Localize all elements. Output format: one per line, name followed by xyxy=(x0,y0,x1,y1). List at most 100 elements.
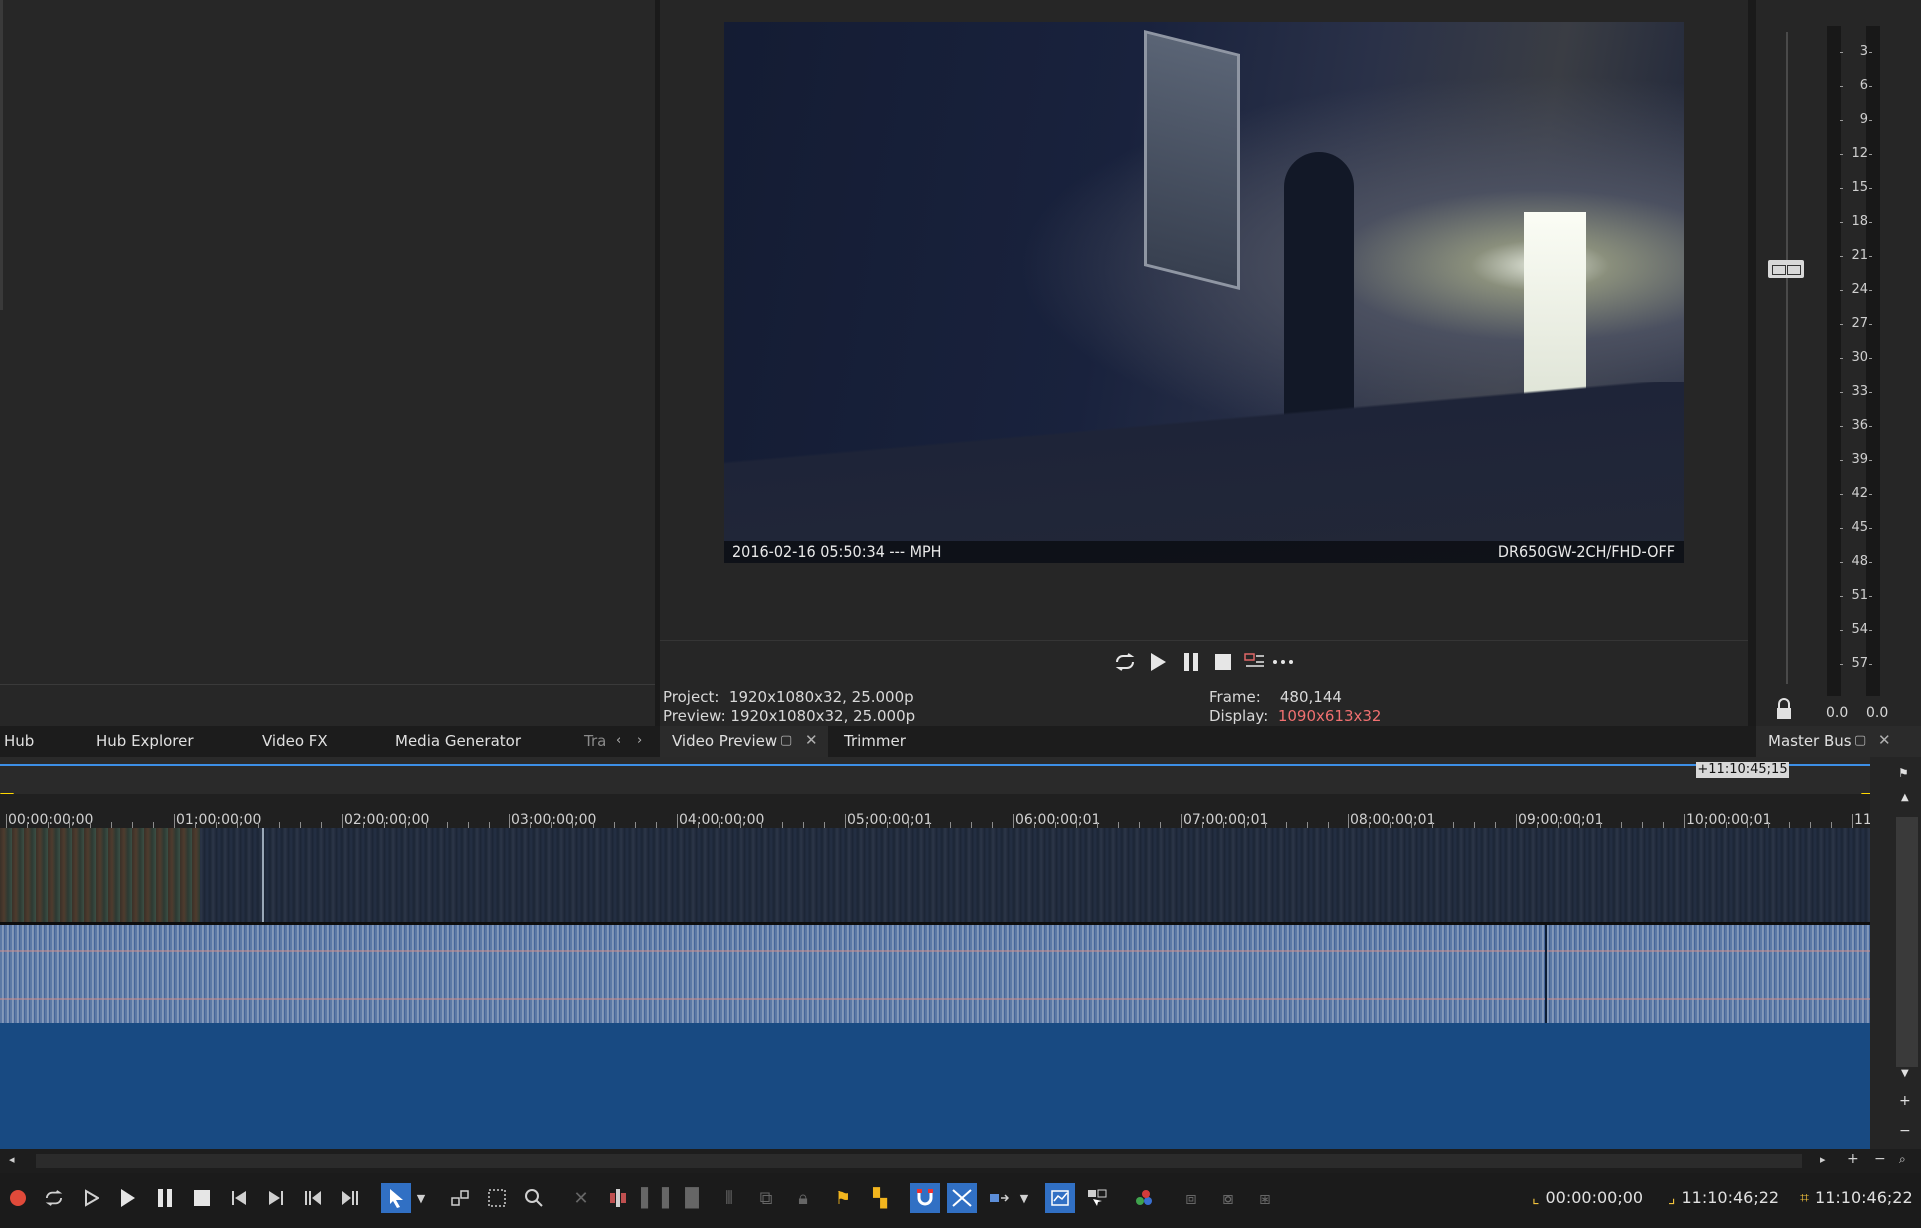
volume-fader-knob[interactable] xyxy=(1768,260,1804,278)
loop-playback-icon[interactable] xyxy=(39,1183,69,1213)
trim-start-icon[interactable]: ▌▐ xyxy=(640,1183,670,1213)
scroll-right-icon[interactable]: ▸ xyxy=(1820,1153,1826,1166)
tab-video-fx[interactable]: Video FX xyxy=(258,726,332,757)
zoom-tool-icon[interactable]: ⌕ xyxy=(1899,1152,1906,1167)
go-to-end-icon[interactable] xyxy=(261,1183,291,1213)
auto-crossfade-icon[interactable] xyxy=(947,1183,977,1213)
display-label: Display: xyxy=(1209,707,1269,725)
tab-scroll-right-icon[interactable]: › xyxy=(637,733,642,748)
tab-label: Master Bus xyxy=(1768,732,1852,750)
trim-end-icon[interactable]: ▐▌ xyxy=(677,1183,707,1213)
zoom-out-icon[interactable]: − xyxy=(1874,1151,1886,1167)
timeline-horizontal-scrollbar[interactable] xyxy=(0,1149,1921,1173)
scrollbar-thumb[interactable] xyxy=(36,1154,1802,1168)
play-from-start-icon[interactable] xyxy=(76,1183,106,1213)
lock-event-icon[interactable]: 🔒︎ xyxy=(788,1183,818,1213)
selection-end[interactable]: ⌟ 11:10:46;22 xyxy=(1668,1188,1779,1207)
lock-icon[interactable] xyxy=(1775,698,1793,720)
tab-master-bus[interactable]: Master Bus xyxy=(1756,726,1921,757)
preview-quality-icon[interactable] xyxy=(1242,649,1268,675)
normal-edit-tool-icon[interactable] xyxy=(381,1183,411,1213)
marker-icon[interactable]: ⚑ xyxy=(828,1183,858,1213)
zoom-tool-icon[interactable] xyxy=(519,1183,549,1213)
play-icon[interactable] xyxy=(113,1183,143,1213)
trim-icon[interactable] xyxy=(603,1183,633,1213)
marker-bar[interactable] xyxy=(0,757,1900,794)
tab-video-preview[interactable]: Video Preview xyxy=(660,726,828,757)
meter-left-value: 0.0 xyxy=(1826,705,1849,721)
cursor-position[interactable]: ⌞ 00:00:00;00 xyxy=(1532,1188,1643,1207)
zoom-in-vertical-icon[interactable]: + xyxy=(1899,1093,1911,1109)
auto-ripple-dropdown-icon[interactable]: ▼ xyxy=(1016,1183,1032,1213)
video-track-events[interactable] xyxy=(0,828,1870,922)
close-icon[interactable]: ✕ xyxy=(1878,731,1891,749)
audio-track-waveform[interactable] xyxy=(0,925,1870,1023)
scroll-left-icon[interactable]: ◂ xyxy=(9,1153,15,1166)
split-icon[interactable]: ⦀ xyxy=(714,1183,744,1213)
marker-flag-icon[interactable]: ⚑ xyxy=(1898,766,1909,780)
ripple-icon[interactable]: ⧉ xyxy=(751,1183,781,1213)
ruler-time-label: 10:00:00;01 xyxy=(1686,812,1772,828)
color-grading-icon[interactable] xyxy=(1129,1183,1159,1213)
project-label: Project: xyxy=(663,688,720,706)
maximize-icon[interactable]: ▢ xyxy=(1854,733,1866,748)
ruler-tick xyxy=(1852,814,1853,828)
tab-transitions[interactable]: Tra xyxy=(580,726,610,757)
zoom-out-vertical-icon[interactable]: − xyxy=(1899,1123,1911,1139)
meter-scale-tick xyxy=(1840,358,1843,359)
timeline-vertical-scrollbar[interactable] xyxy=(1870,757,1921,1149)
tab-hub-explorer[interactable]: Hub Explorer xyxy=(92,726,198,757)
video-preview-frame: 2016-02-16 05:50:34 --- MPH DR650GW-2CH/… xyxy=(724,22,1684,563)
meter-scale-tick xyxy=(1869,324,1872,325)
meter-scale-tick xyxy=(1840,290,1843,291)
tab-trimmer[interactable]: Trimmer xyxy=(840,726,910,757)
scrollbar-thumb[interactable] xyxy=(1896,817,1918,1067)
envelope-tool-icon[interactable] xyxy=(445,1183,475,1213)
ruler-tick xyxy=(342,814,343,828)
ruler-time-label: 01:00:00;00 xyxy=(176,812,262,828)
timeline-empty-area[interactable] xyxy=(0,1023,1870,1149)
scroll-down-icon[interactable]: ▼ xyxy=(1901,1068,1909,1079)
stop-icon[interactable] xyxy=(1210,649,1236,675)
go-to-start-icon[interactable] xyxy=(224,1183,254,1213)
tab-project-media-hub[interactable]: Hub xyxy=(0,726,38,757)
lock-envelopes-icon[interactable] xyxy=(1045,1183,1075,1213)
close-icon[interactable]: ✕ xyxy=(805,731,818,749)
pause-icon[interactable] xyxy=(150,1183,180,1213)
stop-icon[interactable] xyxy=(187,1183,217,1213)
next-frame-icon[interactable] xyxy=(335,1183,365,1213)
play-icon[interactable] xyxy=(1145,649,1171,675)
meter-scale-tick xyxy=(1840,392,1843,393)
region-icon[interactable]: ▚ xyxy=(865,1183,895,1213)
selection-tool-icon[interactable] xyxy=(482,1183,512,1213)
delete-icon[interactable]: ✕ xyxy=(566,1183,596,1213)
meter-scale-tick xyxy=(1869,392,1872,393)
remove-from-group-icon[interactable]: ⧆ xyxy=(1250,1183,1280,1213)
meter-scale-label: 27 xyxy=(1851,316,1868,331)
loop-region-bar[interactable] xyxy=(0,764,1870,766)
video-osd-overlay: 2016-02-16 05:50:34 --- MPH DR650GW-2CH/… xyxy=(724,541,1684,563)
meter-scale-label: 9 xyxy=(1859,112,1868,127)
meter-scale-tick xyxy=(1869,426,1872,427)
auto-ripple-icon[interactable] xyxy=(984,1183,1014,1213)
pause-icon[interactable] xyxy=(1178,649,1204,675)
selection-length[interactable]: ⌗ 11:10:46;22 xyxy=(1800,1188,1913,1208)
meter-scale-label: 33 xyxy=(1851,384,1868,399)
panel-divider[interactable] xyxy=(1748,0,1756,726)
tab-media-generator[interactable]: Media Generator xyxy=(391,726,525,757)
meter-scale-tick xyxy=(1840,256,1843,257)
more-options-icon[interactable] xyxy=(1270,649,1296,675)
loop-playback-icon[interactable] xyxy=(1112,649,1138,675)
tab-label: Hub Explorer xyxy=(96,732,194,750)
previous-frame-icon[interactable] xyxy=(298,1183,328,1213)
edit-tool-dropdown-icon[interactable]: ▼ xyxy=(413,1183,429,1213)
scroll-up-icon[interactable]: ▲ xyxy=(1901,792,1909,803)
snapping-icon[interactable] xyxy=(910,1183,940,1213)
ungroup-icon[interactable]: ⧇ xyxy=(1213,1183,1243,1213)
record-icon[interactable] xyxy=(3,1183,33,1213)
zoom-in-icon[interactable]: + xyxy=(1847,1151,1859,1167)
ignore-grouping-icon[interactable] xyxy=(1082,1183,1112,1213)
tab-scroll-left-icon[interactable]: ‹ xyxy=(616,733,621,748)
group-icon[interactable]: ⧈ xyxy=(1176,1183,1206,1213)
maximize-icon[interactable]: ▢ xyxy=(780,733,792,748)
